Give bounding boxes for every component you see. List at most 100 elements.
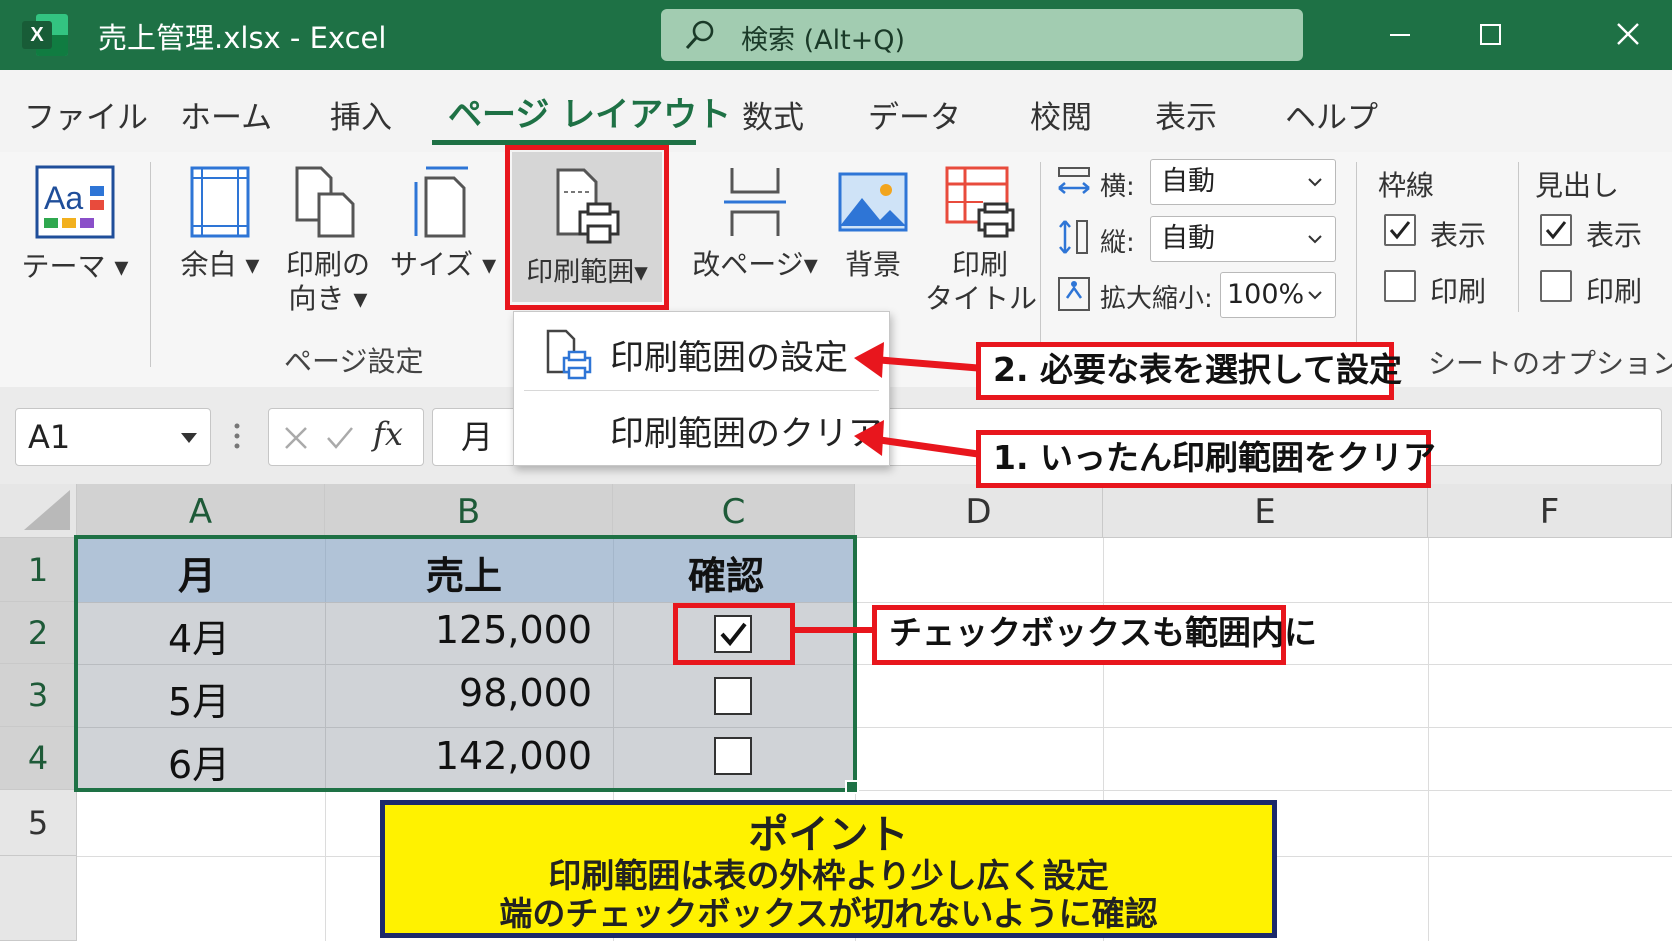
check-icon [1389,221,1411,240]
column-header-e[interactable]: E [1103,484,1428,538]
excel-app-icon: X [22,14,68,56]
checkbox-highlight [673,603,795,665]
gridlines-view-label: 表示 [1430,219,1487,252]
row-header-5[interactable]: 5 [0,790,77,856]
search-box[interactable]: 検索 (Alt+Q) [661,9,1303,61]
fill-handle[interactable] [845,780,859,794]
tab-data[interactable]: データ [868,92,961,137]
headings-print-label: 印刷 [1586,275,1643,308]
height-dropdown[interactable]: 自動 [1150,216,1336,262]
breaks-icon [724,168,786,236]
themes-button[interactable]: Aa テーマ ▾ [20,164,130,284]
size-button[interactable]: サイズ ▾ [390,164,496,282]
search-icon [685,20,714,50]
callout-step-1: 1. いったん印刷範囲をクリア [976,430,1436,488]
select-all-triangle-icon [24,490,70,530]
print-titles-button[interactable]: 印刷 タイトル [925,164,1038,316]
print-titles-label-2: タイトル [925,282,1038,315]
enter-icon[interactable] [325,425,355,451]
callout-step-2: 2. 必要な表を選択して設定 [976,342,1402,400]
themes-label: テーマ [21,250,106,283]
insert-function-icon[interactable]: fx [373,415,403,453]
orientation-label-2: 向き [288,282,345,315]
tab-home[interactable]: ホーム [180,92,272,137]
row-header-1[interactable]: 1 [0,538,77,602]
title-bar: X 売上管理.xlsx - Excel 検索 (Alt+Q) [0,0,1672,70]
gridlines-print-label: 印刷 [1430,275,1487,308]
gridlines-view-checkbox[interactable] [1384,214,1416,246]
search-placeholder: 検索 (Alt+Q) [741,25,906,56]
background-image-icon [838,172,908,232]
callout-arrows [854,342,979,458]
gridlines-print-checkbox[interactable] [1384,270,1416,302]
print-area-set-icon [546,329,592,380]
tab-file[interactable]: ファイル [24,92,148,137]
point-note: ポイント 印刷範囲は表の外枠より少し広く設定 端のチェックボックスが切れないよう… [380,800,1277,938]
print-area-menu: 印刷範囲の設定 印刷範囲のクリア [513,311,890,466]
print-area-highlight [505,145,669,310]
column-header-c[interactable]: C [613,484,855,538]
width-dropdown[interactable]: 自動 [1150,159,1336,205]
tab-page-layout[interactable]: ページ レイアウト [448,87,731,136]
point-line-2: 端のチェックボックスが切れないように確認 [499,894,1158,933]
name-box-value: A1 [28,418,71,456]
window-title: 売上管理.xlsx - Excel [98,21,387,55]
svg-text:Aa: Aa [44,180,83,216]
maximize-icon[interactable] [1470,14,1510,54]
close-icon[interactable] [1608,14,1648,54]
point-title: ポイント [748,812,909,858]
height-value: 自動 [1161,223,1215,254]
column-header-a[interactable]: A [77,484,325,538]
dropdown-arrow-icon [181,433,197,443]
column-header-f[interactable]: F [1428,484,1672,538]
scale-dropdown[interactable]: 100% [1220,272,1336,318]
select-all-corner[interactable] [0,484,77,538]
row-header-3[interactable]: 3 [0,664,77,727]
menu-item-clear-print-area[interactable]: 印刷範囲のクリア [610,406,882,455]
point-line-1: 印刷範囲は表の外枠より少し広く設定 [548,856,1109,895]
minimize-icon[interactable] [1380,14,1420,54]
breaks-button[interactable]: 改ページ▾ [690,164,820,282]
headings-view-checkbox[interactable] [1540,214,1572,246]
sheet-options-group-label: シートのオプション [1428,347,1672,380]
column-header-b[interactable]: B [325,484,613,538]
chevron-down-icon [1308,291,1322,300]
menu-item-set-print-area[interactable]: 印刷範囲の設定 [610,330,848,379]
chevron-down-icon [1308,178,1322,187]
column-header-d[interactable]: D [855,484,1103,538]
orientation-label-1: 印刷の [285,248,370,281]
tab-view[interactable]: 表示 [1155,92,1217,137]
check-icon [1545,221,1567,240]
headings-print-checkbox[interactable] [1540,270,1572,302]
margins-button[interactable]: 余白 ▾ [170,164,270,282]
themes-icon: Aa [35,165,115,239]
size-label: サイズ [390,248,474,281]
row-header-2[interactable]: 2 [0,602,77,664]
tab-formulas[interactable]: 数式 [742,92,804,137]
gridlines-group-label: 枠線 [1378,169,1435,202]
scale-icon [1058,277,1090,311]
orientation-icon [295,166,355,238]
height-icon [1059,220,1088,254]
background-button[interactable]: 背景 [828,164,918,282]
headings-group-label: 見出し [1535,169,1620,202]
tab-help[interactable]: ヘルプ [1285,92,1378,137]
checkbox-callout-line [790,627,874,633]
print-titles-label-1: 印刷 [951,248,1008,281]
tab-review[interactable]: 校閲 [1030,92,1092,137]
width-value: 自動 [1161,166,1215,197]
size-icon [414,166,468,238]
width-label: 横: [1100,172,1135,202]
row-header-4[interactable]: 4 [0,727,77,790]
name-box[interactable]: A1 [15,408,211,466]
headings-view-label: 表示 [1586,219,1643,252]
cancel-icon[interactable] [283,425,309,451]
row-header-blank [0,856,77,941]
orientation-button[interactable]: 印刷の 向き ▾ [278,164,378,316]
margins-label: 余白 [180,248,237,281]
callout-checkbox: チェックボックスも範囲内に [872,605,1317,665]
page-setup-group-label: ページ設定 [284,345,424,378]
chevron-down-icon [1308,235,1322,244]
tab-insert[interactable]: 挿入 [330,92,392,137]
breaks-label: 改ページ [692,248,804,281]
